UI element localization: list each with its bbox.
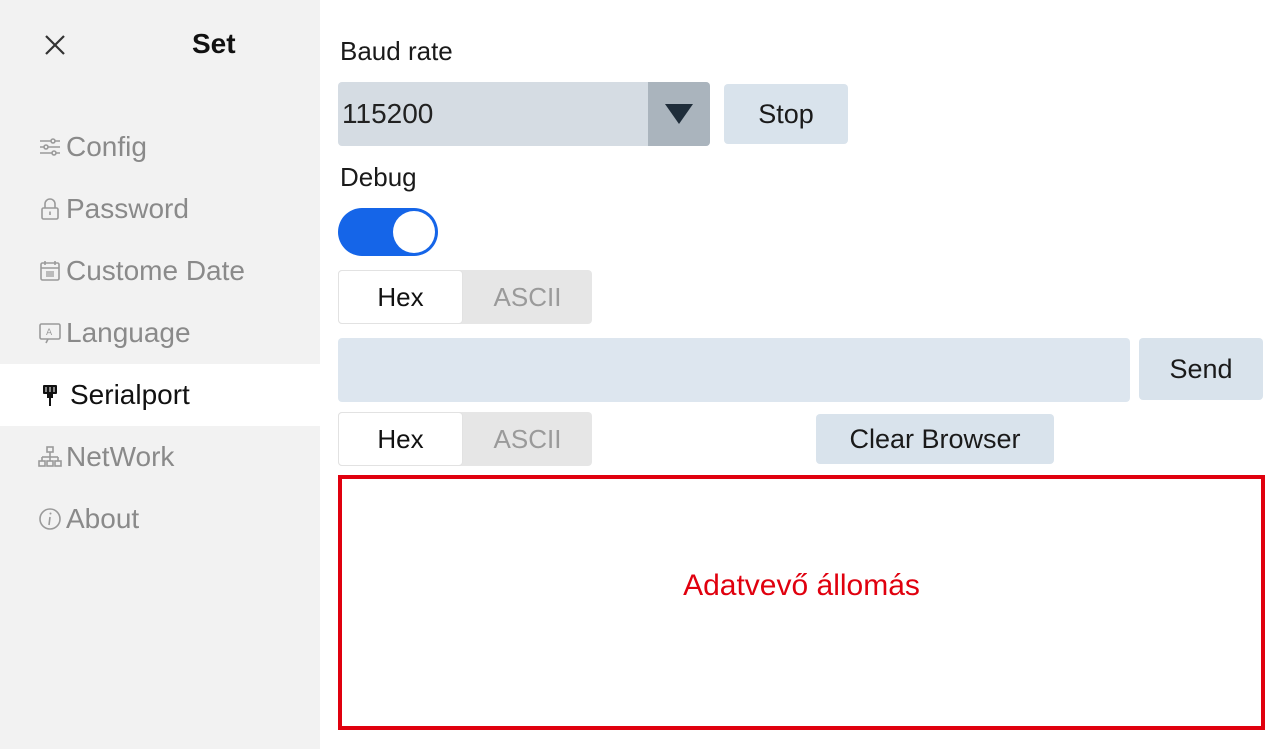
- sidebar-item-language[interactable]: A Language: [0, 302, 320, 364]
- sidebar-item-label: Password: [66, 193, 189, 224]
- sidebar-item-label: About: [66, 503, 140, 534]
- send-button[interactable]: Send: [1139, 338, 1263, 400]
- sidebar-header: Set: [0, 0, 320, 100]
- dropdown-arrow[interactable]: [648, 82, 710, 146]
- clear-browser-button[interactable]: Clear Browser: [816, 414, 1054, 464]
- sidebar-item-about[interactable]: About: [0, 488, 320, 550]
- baud-rate-label: Baud rate: [340, 36, 453, 66]
- send-format-hex[interactable]: Hex: [338, 270, 463, 324]
- calendar-icon: [38, 259, 62, 283]
- sidebar-item-label: NetWork: [66, 441, 175, 472]
- debug-toggle[interactable]: [338, 208, 438, 256]
- stop-button[interactable]: Stop: [724, 84, 848, 144]
- sidebar-item-password[interactable]: Password: [0, 178, 320, 240]
- browser-annotation: Adatvevő állomás: [683, 569, 920, 602]
- sidebar-item-label: Config: [66, 131, 147, 162]
- send-format-segment: Hex ASCII: [338, 270, 592, 324]
- close-icon: [45, 35, 65, 55]
- sidebar-item-network[interactable]: NetWork: [0, 426, 320, 488]
- info-icon: [38, 507, 62, 531]
- baud-rate-value: 115200: [342, 98, 434, 129]
- sidebar-item-custome-date[interactable]: Custome Date: [0, 240, 320, 302]
- debug-label: Debug: [340, 162, 417, 192]
- language-icon: A: [38, 321, 62, 345]
- sidebar-item-serialport[interactable]: Serialport: [0, 364, 320, 426]
- triangle-down-icon: [665, 104, 693, 124]
- toggle-knob: [393, 211, 435, 253]
- sliders-icon: [38, 135, 62, 159]
- sidebar-title: Set: [192, 28, 236, 59]
- network-icon: [38, 445, 62, 469]
- receive-browser[interactable]: Adatvevő állomás: [338, 475, 1265, 730]
- sidebar-nav: Config Password Custome Date A Language …: [0, 116, 320, 550]
- receive-format-hex[interactable]: Hex: [338, 412, 463, 466]
- sidebar-item-label: Language: [66, 317, 191, 348]
- sidebar-item-label: Custome Date: [66, 255, 245, 286]
- lock-icon: [38, 197, 62, 221]
- plug-icon: [38, 383, 62, 407]
- sidebar-item-config[interactable]: Config: [0, 116, 320, 178]
- send-input[interactable]: [338, 338, 1130, 402]
- svg-text:A: A: [46, 328, 53, 338]
- sidebar: Set Config Password Custome Date A Langu…: [0, 0, 320, 749]
- close-button[interactable]: [40, 30, 70, 60]
- sidebar-item-label: Serialport: [70, 379, 190, 410]
- baud-rate-select[interactable]: 115200: [338, 82, 710, 146]
- send-format-ascii[interactable]: ASCII: [463, 270, 592, 324]
- receive-format-segment: Hex ASCII: [338, 412, 592, 466]
- receive-format-ascii[interactable]: ASCII: [463, 412, 592, 466]
